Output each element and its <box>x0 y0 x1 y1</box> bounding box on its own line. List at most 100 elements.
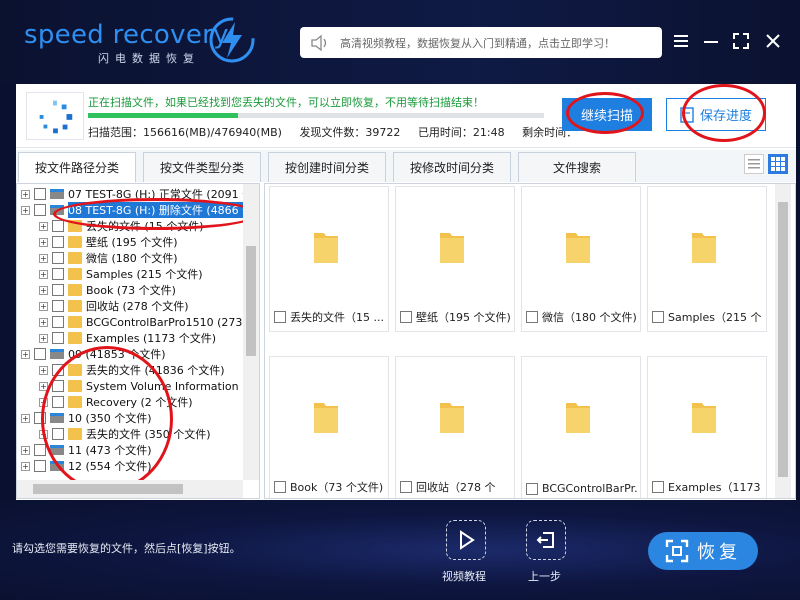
expand-toggle-icon[interactable]: + <box>39 221 48 231</box>
menu-button[interactable] <box>670 30 692 52</box>
tree-folder-item[interactable]: + 回收站 (278 个文件) <box>39 298 189 314</box>
list-view-toggle[interactable] <box>744 154 764 174</box>
expand-toggle-icon[interactable]: + <box>39 237 48 247</box>
tree-folder-item[interactable]: + 丢失的文件 (350 个文件) <box>39 426 211 442</box>
continue-scan-button[interactable]: 继续扫描 <box>562 98 652 131</box>
tab-by-type[interactable]: 按文件类型分类 <box>143 152 261 182</box>
tutorial-search-box[interactable]: 高清视频教程，数据恢复从入门到精通，点击立即学习！ <box>300 27 662 58</box>
tree-checkbox[interactable] <box>52 300 64 312</box>
tree-checkbox[interactable] <box>34 204 46 216</box>
tree-checkbox[interactable] <box>52 316 64 328</box>
expand-toggle-icon[interactable]: + <box>39 429 48 439</box>
tree-folder-item[interactable]: + Book (73 个文件) <box>39 282 176 298</box>
back-button[interactable] <box>526 520 566 560</box>
tree-drive-item[interactable]: +10 (350 个文件) <box>21 410 152 426</box>
file-card-checkbox[interactable] <box>652 481 664 493</box>
expand-toggle-icon[interactable]: + <box>21 461 30 471</box>
file-card[interactable]: Examples（1173 ... <box>647 356 767 498</box>
file-card-checkbox[interactable] <box>274 481 286 493</box>
tree-checkbox[interactable] <box>52 220 64 232</box>
close-button[interactable] <box>762 30 784 52</box>
grid-vscroll-thumb[interactable] <box>778 202 788 477</box>
back-icon <box>536 532 554 548</box>
folder-icon <box>690 229 718 265</box>
tree-drive-item[interactable]: +08 TEST-8G (H:) 删除文件 (4866 个 <box>21 202 254 218</box>
expand-toggle-icon[interactable]: + <box>39 365 48 375</box>
tree-checkbox[interactable] <box>34 460 46 472</box>
expand-toggle-icon[interactable]: + <box>39 301 48 311</box>
expand-toggle-icon[interactable]: + <box>21 445 30 455</box>
tree-folder-item[interactable]: + Examples (1173 个文件) <box>39 330 216 346</box>
tree-folder-item[interactable]: + 丢失的文件 (41836 个文件) <box>39 362 225 378</box>
minimize-button[interactable] <box>700 30 722 52</box>
file-card-checkbox[interactable] <box>526 311 538 323</box>
tree-folder-item[interactable]: + BCGControlBarPro1510 (2737 <box>39 314 249 330</box>
tree-folder-item[interactable]: + Samples (215 个文件) <box>39 266 203 282</box>
file-card[interactable]: Samples（215 个 <box>647 186 767 332</box>
tree-drive-item[interactable]: +09 (41853 个文件) <box>21 346 166 362</box>
tree-folder-item[interactable]: + 丢失的文件 (15 个文件) <box>39 218 204 234</box>
grid-view-toggle[interactable] <box>768 154 788 174</box>
tree-checkbox[interactable] <box>34 348 46 360</box>
maximize-button[interactable] <box>730 30 752 52</box>
tree-vertical-scrollbar[interactable] <box>243 184 259 480</box>
grid-vertical-scrollbar[interactable] <box>775 184 791 498</box>
expand-toggle-icon[interactable]: + <box>21 189 30 199</box>
tree-checkbox[interactable] <box>52 428 64 440</box>
expand-toggle-icon[interactable]: + <box>39 269 48 279</box>
tab-by-path[interactable]: 按文件路径分类 <box>18 152 136 182</box>
tree-item-label: 11 (473 个文件) <box>68 444 152 457</box>
tree-folder-item[interactable]: + 微信 (180 个文件) <box>39 250 178 266</box>
folder-tree[interactable]: +07 TEST-8G (H:) 正常文件 (2091 个 +08 TEST-8G… <box>16 183 260 499</box>
tree-folder-item[interactable]: + System Volume Information (1 <box>39 378 253 394</box>
tree-folder-item[interactable]: + Recovery (2 个文件) <box>39 394 193 410</box>
tree-drive-item[interactable]: +12 (554 个文件) <box>21 458 152 474</box>
tree-checkbox[interactable] <box>52 380 64 392</box>
tree-checkbox[interactable] <box>34 188 46 200</box>
tree-hscroll-thumb[interactable] <box>33 484 183 494</box>
expand-toggle-icon[interactable]: + <box>21 349 30 359</box>
file-card-checkbox[interactable] <box>400 311 412 323</box>
tree-checkbox[interactable] <box>52 268 64 280</box>
file-card-checkbox[interactable] <box>400 481 412 493</box>
tree-item-label: 丢失的文件 (350 个文件) <box>86 428 211 441</box>
expand-toggle-icon[interactable]: + <box>21 205 30 215</box>
tab-by-created[interactable]: 按创建时间分类 <box>268 152 386 182</box>
file-card[interactable]: 丢失的文件（15 ... <box>269 186 389 332</box>
tree-checkbox[interactable] <box>34 444 46 456</box>
tab-by-modified[interactable]: 按修改时间分类 <box>393 152 511 182</box>
file-card[interactable]: 回收站（278 个 <box>395 356 515 498</box>
save-progress-button[interactable]: 保存进度 <box>666 98 766 131</box>
file-card-checkbox[interactable] <box>652 311 664 323</box>
expand-toggle-icon[interactable]: + <box>39 317 48 327</box>
tree-folder-item[interactable]: + 壁纸 (195 个文件) <box>39 234 178 250</box>
video-tutorial-button[interactable] <box>446 520 486 560</box>
file-card[interactable]: Book（73 个文件) <box>269 356 389 498</box>
folder-icon <box>68 252 82 264</box>
expand-toggle-icon[interactable]: + <box>39 397 48 407</box>
file-card[interactable]: 微信（180 个文件) <box>521 186 641 332</box>
tree-checkbox[interactable] <box>52 364 64 376</box>
tree-drive-item[interactable]: +07 TEST-8G (H:) 正常文件 (2091 个 <box>21 186 253 202</box>
recover-button[interactable]: 恢复 <box>648 532 758 570</box>
tree-vscroll-thumb[interactable] <box>246 246 256 356</box>
expand-toggle-icon[interactable]: + <box>39 381 48 391</box>
expand-toggle-icon[interactable]: + <box>39 333 48 343</box>
file-card-checkbox[interactable] <box>526 482 538 495</box>
tree-checkbox[interactable] <box>52 332 64 344</box>
tree-checkbox[interactable] <box>52 252 64 264</box>
expand-toggle-icon[interactable]: + <box>21 413 30 423</box>
tree-item-label: 09 (41853 个文件) <box>68 348 166 361</box>
tree-checkbox[interactable] <box>52 396 64 408</box>
file-card[interactable]: 壁纸（195 个文件) <box>395 186 515 332</box>
tree-checkbox[interactable] <box>52 236 64 248</box>
expand-toggle-icon[interactable]: + <box>39 285 48 295</box>
file-card-checkbox[interactable] <box>274 311 286 323</box>
tab-file-search[interactable]: 文件搜索 <box>518 152 636 182</box>
file-card[interactable]: BCGControlBarPr... <box>521 356 641 498</box>
tree-horizontal-scrollbar[interactable] <box>17 480 243 498</box>
expand-toggle-icon[interactable]: + <box>39 253 48 263</box>
tree-drive-item[interactable]: +11 (473 个文件) <box>21 442 152 458</box>
tree-checkbox[interactable] <box>52 284 64 296</box>
tree-checkbox[interactable] <box>34 412 46 424</box>
